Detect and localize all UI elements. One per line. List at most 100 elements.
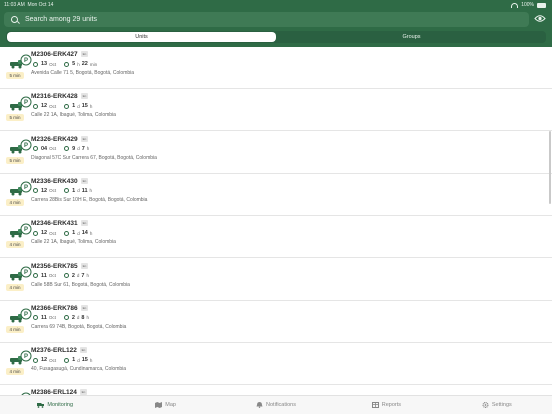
segment-groups[interactable]: Groups <box>277 31 546 43</box>
duration-b-unit: h <box>89 188 93 194</box>
tab-bar: Monitoring Map Notifications Reports Set… <box>0 395 552 414</box>
bell-icon <box>256 402 263 408</box>
report-icon <box>371 402 379 408</box>
battery-percent: 100% <box>521 2 534 8</box>
unit-tag: En <box>81 177 88 184</box>
unit-row[interactable]: P 4 min M2376-ERL122 En 12 Oct 1 d 15 h … <box>0 343 552 386</box>
parked-vehicle-icon: P <box>10 223 32 238</box>
status-bar: 11:03 AM Mon Oct 14 100% <box>0 0 552 9</box>
search-input[interactable]: Search among 29 units <box>25 16 97 23</box>
unit-meta: 12 Oct 1 d 14 h <box>33 230 92 236</box>
tab-label: Reports <box>381 402 402 408</box>
duration-a-unit: d <box>77 357 80 363</box>
clock-icon <box>33 61 38 67</box>
unit-name: M2326-ERK429 <box>31 135 78 143</box>
tab-notifications[interactable]: Notifications <box>221 396 331 414</box>
status-right: 100% <box>511 2 546 8</box>
unit-row[interactable]: P 5 min M2306-ERK427 En 13 Oct 5 h 22 mi… <box>0 47 552 89</box>
duration-a-unit: d <box>77 146 80 152</box>
duration-b-unit: h <box>89 357 93 363</box>
duration-badge: 5 min <box>6 156 24 164</box>
unit-list[interactable]: P 5 min M2306-ERK427 En 13 Oct 5 h 22 mi… <box>0 47 552 395</box>
unit-row[interactable]: P 4 min M2366-ERK786 En 11 Oct 2 d 8 h C… <box>0 301 552 343</box>
duration-a: 1 <box>72 187 76 194</box>
parked-vehicle-icon: P <box>10 308 32 323</box>
duration-a: 2 <box>71 314 75 321</box>
duration-b: 15 <box>81 103 88 110</box>
duration-a: 1 <box>72 357 76 364</box>
last-date-month: Oct <box>49 146 57 152</box>
duration-badge: 4 min <box>6 283 24 291</box>
svg-text:P: P <box>24 100 28 106</box>
unit-address: Calle 22 1A, Ibagué, Tolima, Colombia <box>31 239 116 246</box>
tab-map[interactable]: Map <box>110 396 220 414</box>
svg-text:P: P <box>24 58 28 64</box>
last-date-day: 11 <box>41 314 47 321</box>
map-icon <box>155 402 163 408</box>
unit-row[interactable]: P 5 min M2316-ERK428 En 12 Oct 1 d 15 h … <box>0 89 552 132</box>
wifi-icon <box>511 2 519 8</box>
last-date-day: 13 <box>41 61 48 67</box>
duration-a: 9 <box>72 145 76 152</box>
timer-icon <box>64 146 70 152</box>
unit-row[interactable]: P 4 min M2336-ERK430 En 12 Oct 1 d 11 h … <box>0 174 552 216</box>
unit-row[interactable]: P 5 min M2326-ERK429 En 04 Oct 9 d 7 h D… <box>0 132 552 174</box>
duration-b-unit: h <box>89 230 93 236</box>
duration-a: 1 <box>72 230 76 237</box>
duration-badge: 5 min <box>6 72 24 79</box>
tab-settings[interactable]: Settings <box>442 396 552 414</box>
duration-b-unit: h <box>89 103 93 109</box>
scrollbar[interactable] <box>549 131 551 204</box>
duration-b: 8 <box>81 314 85 321</box>
search-bar[interactable]: Search among 29 units <box>4 12 529 27</box>
unit-name: M2376-ERL122 <box>31 347 77 355</box>
unit-name: M2336-ERK430 <box>31 177 78 185</box>
unit-tag: En <box>81 135 88 142</box>
unit-meta: 04 Oct 9 d 7 h <box>33 146 89 152</box>
clock-icon <box>33 230 38 236</box>
last-date-day: 12 <box>41 230 48 237</box>
duration-a-unit: d <box>77 188 80 194</box>
timer-icon <box>63 273 69 278</box>
clock-icon <box>33 188 38 194</box>
unit-row[interactable]: P 4 min M2346-ERK431 En 12 Oct 1 d 14 h … <box>0 216 552 259</box>
parked-vehicle-icon: P <box>10 54 32 69</box>
unit-name: M2366-ERK786 <box>31 304 78 312</box>
timer-icon <box>64 188 70 194</box>
duration-b: 15 <box>81 357 88 364</box>
unit-tag: En <box>80 347 87 354</box>
duration-b-unit: h <box>86 273 89 278</box>
timer-icon <box>63 315 69 321</box>
unit-meta: 12 Oct 1 d 15 h <box>33 103 92 109</box>
unit-address: 40, Fusagasugá, Cundinamarca, Colombia <box>31 366 127 373</box>
tab-reports[interactable]: Reports <box>331 396 441 414</box>
unit-meta: 12 Oct 1 d 11 h <box>33 188 92 194</box>
unit-row[interactable]: P 4 min M2356-ERK785 En 11 Oct 2 d 7 h C… <box>0 259 552 301</box>
duration-a-unit: d <box>77 103 80 109</box>
last-date-day: 12 <box>41 187 48 194</box>
unit-name: M2316-ERK428 <box>31 93 78 101</box>
clock-icon <box>33 146 38 152</box>
duration-b: 7 <box>81 272 85 279</box>
unit-address: Carrera 69 74B, Bogotá, Bogotá, Colombia <box>31 323 127 330</box>
timer-icon <box>64 357 70 363</box>
unit-tag: En <box>81 220 88 227</box>
unit-name: M2346-ERK431 <box>31 220 78 228</box>
duration-badge: 4 min <box>6 198 24 206</box>
eye-icon[interactable] <box>534 14 546 23</box>
last-date-month: Oct <box>49 103 57 109</box>
tab-label: Map <box>165 402 176 408</box>
unit-row[interactable]: P M2386-ERL124 En <box>0 385 552 395</box>
unit-tag: En <box>81 93 88 100</box>
tab-label: Settings <box>491 402 512 408</box>
duration-a: 5 <box>72 61 76 67</box>
clock-icon <box>33 103 38 109</box>
segment-units[interactable]: Units <box>7 32 276 42</box>
duration-a: 1 <box>72 103 76 110</box>
parked-vehicle-icon: P <box>10 96 32 111</box>
svg-text:P: P <box>24 354 28 360</box>
clock-icon <box>33 315 38 321</box>
unit-address: Diagonal 57C Sur Carrera 67, Bogotá, Bog… <box>31 154 157 161</box>
parked-vehicle-icon: P <box>10 181 32 196</box>
tab-monitoring[interactable]: Monitoring <box>0 396 110 414</box>
